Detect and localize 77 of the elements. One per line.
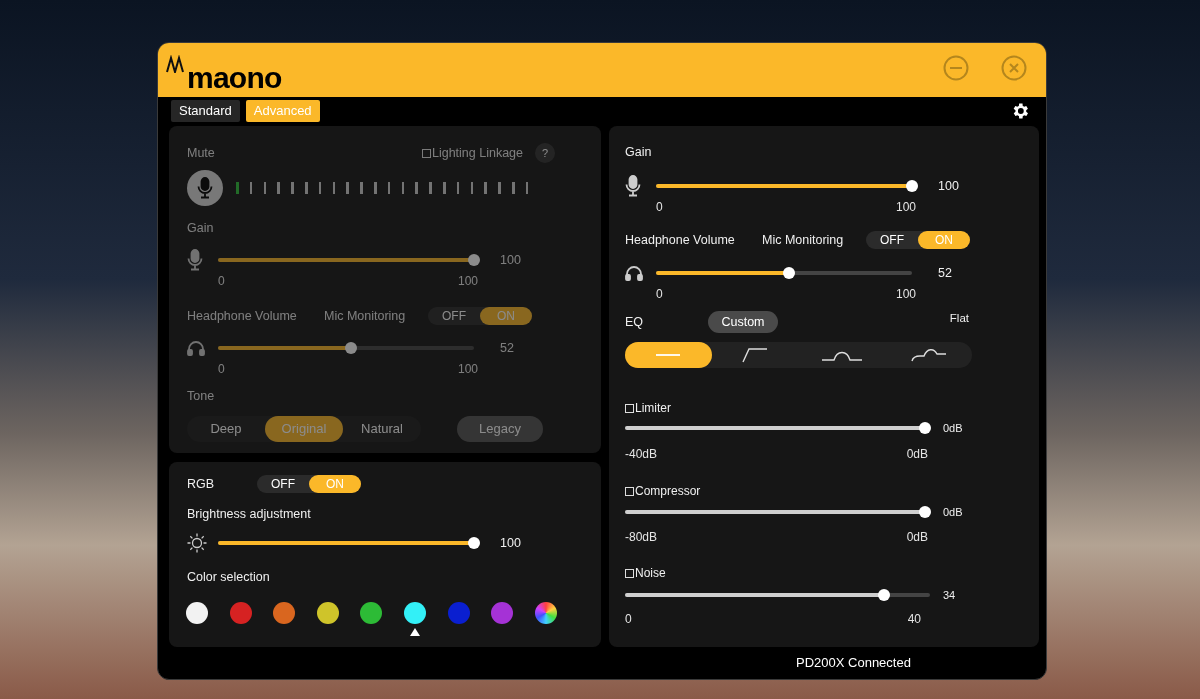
max-label: 0dB bbox=[906, 446, 928, 463]
processor-label: Compressor bbox=[635, 483, 701, 500]
max-label: 0dB bbox=[906, 529, 928, 546]
toggle-option[interactable]: OFF bbox=[257, 475, 309, 494]
min-label: 0 bbox=[218, 361, 225, 378]
headphone-volume-label: Headphone Volume bbox=[625, 231, 736, 249]
color-spectrum-swatch[interactable] bbox=[534, 602, 557, 625]
brightness-icon bbox=[187, 533, 207, 554]
curve-icon bbox=[910, 348, 947, 362]
checkbox-label: Lighting Linkage bbox=[431, 144, 523, 162]
min-label: 0 bbox=[656, 199, 663, 216]
toggle-option[interactable]: OFF bbox=[866, 231, 918, 249]
tab[interactable]: Standard bbox=[171, 100, 240, 122]
headphone-volume-label: Headphone Volume bbox=[187, 307, 298, 325]
color-swatch[interactable] bbox=[403, 602, 426, 625]
slider-value: 100 bbox=[500, 251, 521, 269]
color-swatch[interactable] bbox=[273, 602, 296, 625]
curve-icon bbox=[742, 347, 769, 363]
headphones-icon bbox=[625, 265, 643, 281]
eq-curve-option[interactable] bbox=[625, 342, 712, 368]
min-label: 0 bbox=[218, 273, 225, 290]
gain-label: Gain bbox=[187, 219, 214, 237]
mic-monitoring-label: Mic Monitoring bbox=[762, 231, 845, 249]
slider-value: 0dB bbox=[943, 504, 963, 520]
tone-label: Tone bbox=[187, 387, 215, 405]
processor-label: Noise bbox=[635, 565, 666, 582]
slider-thumb[interactable] bbox=[468, 537, 480, 550]
slider-thumb[interactable] bbox=[919, 422, 931, 434]
color-swatch[interactable] bbox=[491, 602, 514, 625]
color-swatch[interactable] bbox=[360, 602, 383, 625]
selection-marker-icon bbox=[409, 628, 420, 637]
slider-value: 52 bbox=[500, 339, 514, 357]
waveform-logo-icon bbox=[166, 55, 186, 73]
minimize-icon bbox=[943, 55, 969, 81]
slider-value: 100 bbox=[938, 177, 959, 195]
connection-status: PD200X Connected bbox=[796, 654, 911, 673]
max-label: 100 bbox=[457, 361, 478, 378]
eq-preset-button[interactable]: Custom bbox=[708, 311, 778, 333]
max-label: 100 bbox=[457, 273, 478, 290]
processor-label: Limiter bbox=[635, 400, 671, 417]
min-label: -40dB bbox=[625, 446, 658, 463]
color-swatch[interactable] bbox=[229, 602, 252, 625]
gain-label: Gain bbox=[625, 143, 652, 161]
min-label: 0 bbox=[656, 286, 663, 303]
microphone-icon bbox=[197, 177, 213, 199]
slider-value: 0dB bbox=[943, 420, 963, 436]
color-swatch[interactable] bbox=[316, 602, 339, 625]
checkbox[interactable] bbox=[625, 403, 634, 413]
slider-thumb[interactable] bbox=[783, 267, 796, 279]
checkbox[interactable] bbox=[625, 486, 634, 496]
headphones-icon bbox=[187, 340, 205, 356]
min-label: 0 bbox=[625, 611, 632, 628]
microphone-icon bbox=[625, 175, 641, 197]
slider-thumb[interactable] bbox=[878, 589, 891, 601]
color-selection-label: Color selection bbox=[187, 568, 270, 586]
eq-label: EQ bbox=[625, 313, 645, 331]
max-label: 40 bbox=[907, 611, 921, 628]
slider-thumb[interactable] bbox=[906, 180, 918, 192]
slider-value: 52 bbox=[938, 264, 952, 282]
min-label: -80dB bbox=[625, 529, 658, 546]
slider-value: 34 bbox=[943, 587, 956, 603]
color-swatch[interactable] bbox=[447, 602, 470, 625]
eq-preset-name: Flat bbox=[949, 311, 969, 327]
curve-icon bbox=[820, 349, 863, 361]
app-logo: maono bbox=[187, 63, 282, 93]
mute-label: Mute bbox=[187, 144, 215, 162]
mic-monitoring-label: Mic Monitoring bbox=[324, 307, 407, 325]
color-swatch[interactable] bbox=[186, 602, 208, 625]
slider-value: 100 bbox=[500, 534, 521, 552]
max-label: 100 bbox=[895, 199, 916, 216]
slider-thumb[interactable] bbox=[919, 506, 931, 518]
brightness-label: Brightness adjustment bbox=[187, 505, 311, 523]
close-icon bbox=[1001, 55, 1027, 81]
rgb-label: RGB bbox=[187, 475, 216, 493]
microphone-icon bbox=[187, 249, 203, 271]
max-label: 100 bbox=[895, 286, 916, 303]
checkbox[interactable] bbox=[625, 568, 634, 578]
